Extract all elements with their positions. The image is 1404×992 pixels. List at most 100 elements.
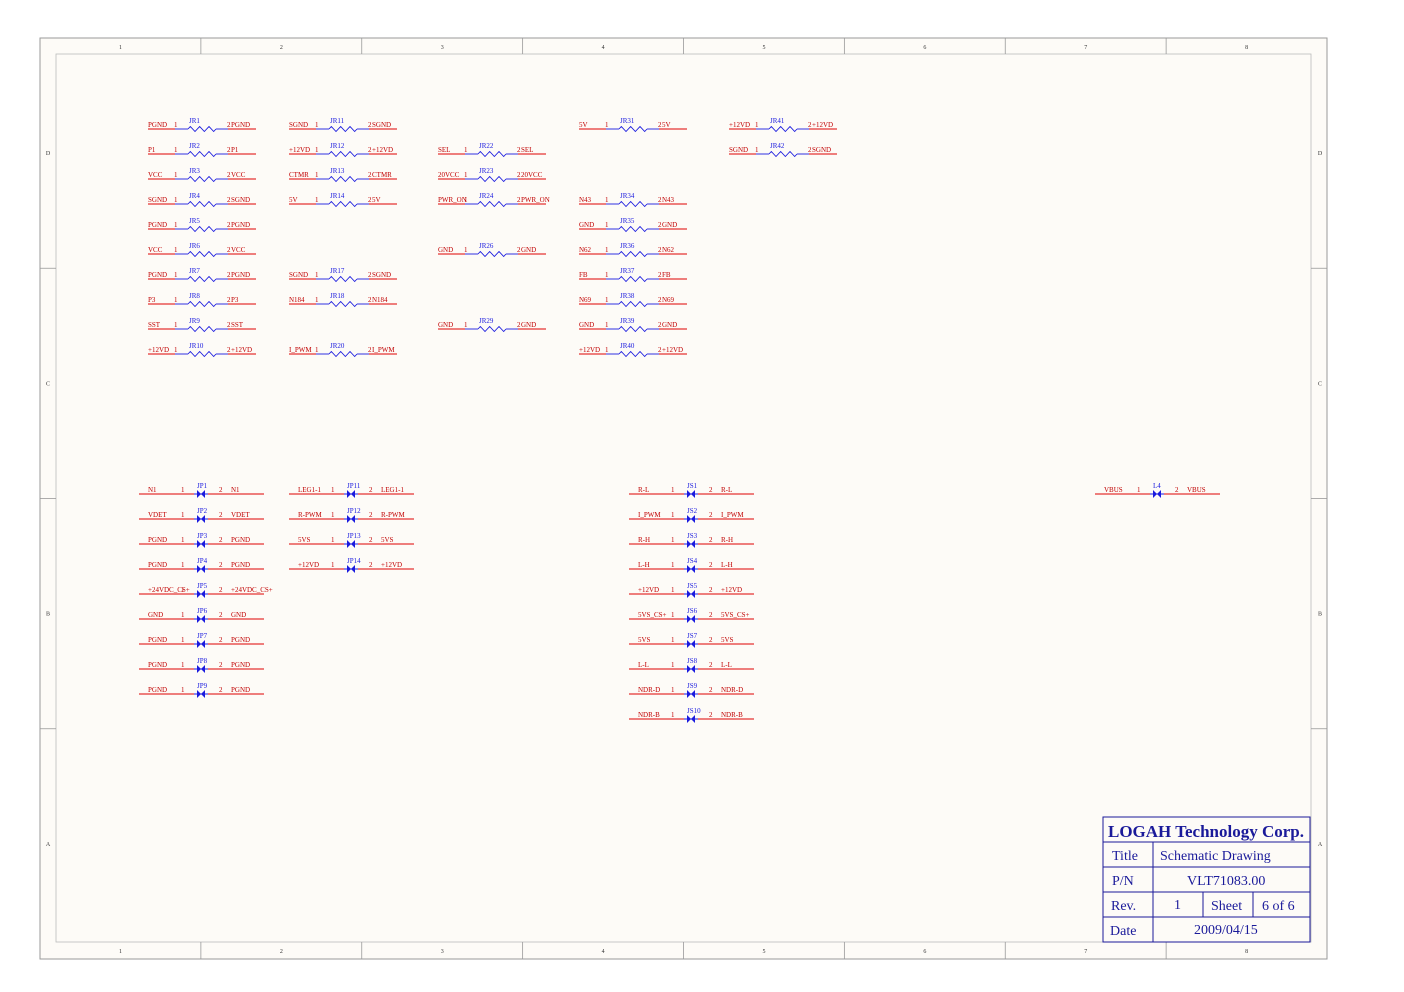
net-label: NDR-D <box>638 686 660 694</box>
ref-designator: JP11 <box>347 482 361 490</box>
pin-number: 1 <box>605 271 609 279</box>
pin-number: 1 <box>181 636 185 644</box>
net-label: SST <box>148 321 161 329</box>
net-label: +12VD <box>812 121 833 129</box>
pin-number: 2 <box>219 561 223 569</box>
pn-label: P/N <box>1112 874 1134 889</box>
ref-designator: JS5 <box>687 582 698 590</box>
pin-number: 2 <box>709 611 713 619</box>
ref-designator: JS10 <box>687 707 701 715</box>
pin-number: 1 <box>464 196 468 204</box>
pn-value: VLT71083.00 <box>1187 874 1265 889</box>
ref-designator: JR9 <box>189 317 200 325</box>
net-label: VBUS <box>1104 486 1123 494</box>
ref-designator: JP4 <box>197 557 208 565</box>
pin-number: 1 <box>315 171 319 179</box>
net-label: +12VD <box>579 346 600 354</box>
zone-column-top: 7 <box>1084 45 1087 51</box>
date-value: 2009/04/15 <box>1194 923 1258 938</box>
pin-number: 1 <box>755 146 759 154</box>
pin-number: 2 <box>709 561 713 569</box>
net-label: VDET <box>148 511 167 519</box>
net-label: P3 <box>148 296 156 304</box>
zone-row-right: C <box>1318 381 1322 387</box>
pin-number: 2 <box>369 561 373 569</box>
ref-designator: JR37 <box>620 267 635 275</box>
ref-designator: JS3 <box>687 532 698 540</box>
net-label: FB <box>579 271 588 279</box>
pin-number: 2 <box>709 661 713 669</box>
pin-number: 2 <box>219 586 223 594</box>
net-label: N62 <box>662 246 675 254</box>
title-value: Schematic Drawing <box>1160 849 1271 864</box>
pin-number: 1 <box>174 271 178 279</box>
pin-number: 2 <box>709 686 713 694</box>
net-label: GND <box>662 321 677 329</box>
zone-column-top: 8 <box>1245 45 1248 51</box>
pin-number: 1 <box>755 121 759 129</box>
pin-number: 1 <box>181 686 185 694</box>
pin-number: 1 <box>174 171 178 179</box>
net-label: SGND <box>148 196 167 204</box>
net-label: R-PWM <box>298 511 323 519</box>
net-label: SGND <box>289 271 308 279</box>
net-label: 5VS <box>721 636 734 644</box>
date-label: Date <box>1110 924 1136 939</box>
net-label: NDR-D <box>721 686 743 694</box>
net-label: P3 <box>231 296 239 304</box>
net-label: I_PWM <box>372 346 395 354</box>
net-label: P1 <box>148 146 156 154</box>
ref-designator: JR8 <box>189 292 200 300</box>
ref-designator: JR24 <box>479 192 494 200</box>
pin-number: 1 <box>671 536 675 544</box>
ref-designator: JR34 <box>620 192 635 200</box>
ref-designator: JR5 <box>189 217 200 225</box>
net-label: +12VD <box>289 146 310 154</box>
net-label: GND <box>231 611 246 619</box>
ref-designator: JR20 <box>330 342 345 350</box>
zone-column-top: 2 <box>280 45 283 51</box>
pin-number: 2 <box>1175 486 1179 494</box>
net-label: PGND <box>148 536 167 544</box>
net-label: 20VCC <box>521 171 543 179</box>
ref-designator: JR6 <box>189 242 200 250</box>
pin-number: 2 <box>369 536 373 544</box>
pin-number: 1 <box>671 611 675 619</box>
net-label: N184 <box>289 296 305 304</box>
pin-number: 1 <box>671 511 675 519</box>
pin-number: 1 <box>671 661 675 669</box>
net-label: +12VD <box>729 121 750 129</box>
pin-number: 2 <box>219 636 223 644</box>
net-label: 20VCC <box>438 171 460 179</box>
net-label: VDET <box>231 511 250 519</box>
rev-label: Rev. <box>1111 899 1136 914</box>
zone-column-bottom: 2 <box>280 949 283 955</box>
pin-number: 1 <box>181 586 185 594</box>
pin-number: 1 <box>315 296 319 304</box>
ref-designator: JP14 <box>347 557 361 565</box>
zone-column-bottom: 1 <box>119 949 122 955</box>
pin-number: 1 <box>181 486 185 494</box>
pin-number: 1 <box>315 346 319 354</box>
net-label: R-H <box>638 536 650 544</box>
sheet-value: 6 of 6 <box>1262 899 1295 914</box>
net-label: PGND <box>148 121 167 129</box>
net-label: VCC <box>231 246 246 254</box>
net-label: R-H <box>721 536 733 544</box>
net-label: GND <box>521 246 536 254</box>
rev-value: 1 <box>1174 898 1181 913</box>
net-label: SGND <box>231 196 250 204</box>
net-label: N43 <box>579 196 592 204</box>
net-label: 5VS <box>298 536 311 544</box>
pin-number: 1 <box>315 121 319 129</box>
net-label: 5VS <box>638 636 651 644</box>
net-label: CTMR <box>372 171 392 179</box>
ref-designator: JR41 <box>770 117 785 125</box>
net-label: N1 <box>148 486 157 494</box>
net-label: PGND <box>231 661 250 669</box>
net-label: GND <box>579 221 594 229</box>
pin-number: 1 <box>331 486 335 494</box>
pin-number: 2 <box>709 511 713 519</box>
net-label: 5V <box>579 121 588 129</box>
net-label: L-H <box>721 561 733 569</box>
